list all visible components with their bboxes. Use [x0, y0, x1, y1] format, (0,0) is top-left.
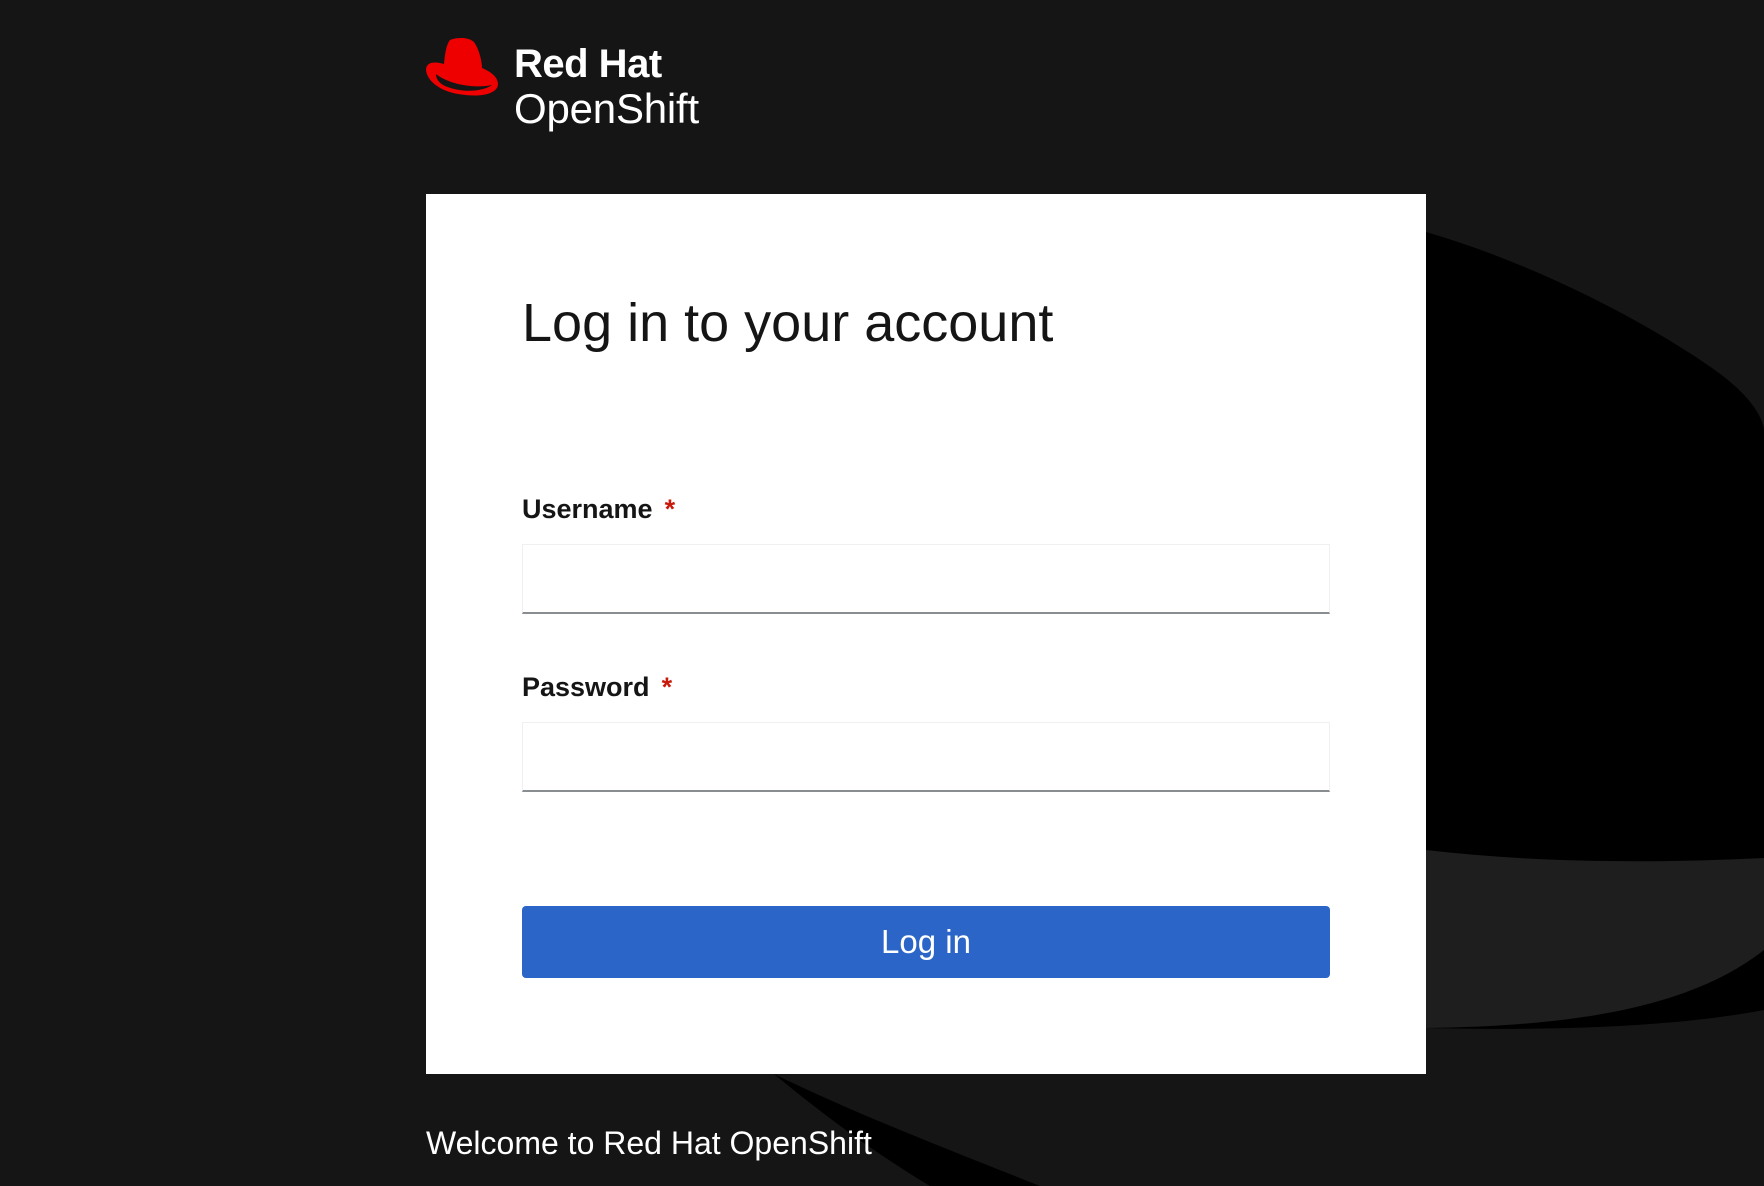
login-card: Log in to your account Username * Passwor…	[426, 194, 1426, 1074]
welcome-message: Welcome to Red Hat OpenShift	[426, 1125, 872, 1161]
password-label: Password *	[522, 674, 672, 701]
brand-logo: Red Hat OpenShift	[424, 36, 724, 136]
login-title: Log in to your account	[522, 293, 1054, 353]
required-marker: *	[661, 672, 673, 702]
required-marker: *	[664, 494, 676, 524]
password-label-text: Password	[522, 672, 650, 702]
brand-name-redhat: Red Hat	[514, 42, 662, 86]
red-hat-fedora-icon	[426, 37, 498, 96]
username-label: Username *	[522, 496, 675, 523]
brand-name-openshift: OpenShift	[514, 85, 699, 132]
username-label-text: Username	[522, 494, 653, 524]
username-input[interactable]	[522, 544, 1330, 614]
login-page: Red Hat OpenShift Log in to your account…	[0, 0, 1764, 1186]
password-input[interactable]	[522, 722, 1330, 792]
login-button[interactable]: Log in	[522, 906, 1330, 978]
